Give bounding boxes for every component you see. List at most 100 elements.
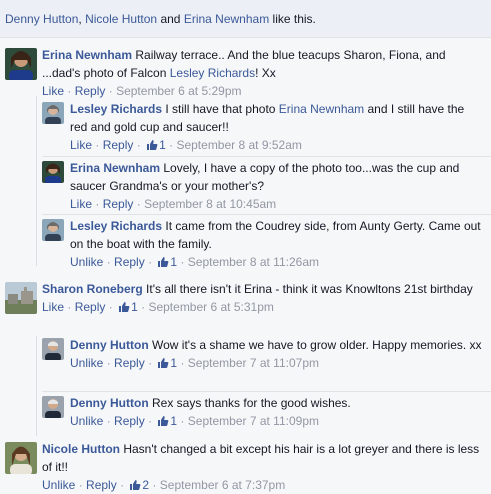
comment-author[interactable]: Nicole Hutton — [42, 442, 120, 456]
thumbs-up-icon — [147, 140, 158, 150]
like-count[interactable]: 1 — [155, 255, 177, 269]
liker-link[interactable]: Nicole Hutton — [85, 12, 157, 26]
avatar[interactable] — [42, 219, 64, 241]
avatar[interactable] — [42, 161, 64, 183]
reply-button[interactable]: Reply — [86, 478, 117, 492]
liker-link[interactable]: Erina Newnham — [184, 12, 269, 26]
like-button[interactable]: Like — [70, 138, 92, 152]
comment-text: Lesley Richards It came from the Coudrey… — [70, 217, 483, 253]
comment-author[interactable]: Denny Hutton — [70, 338, 149, 352]
unlike-button[interactable]: Unlike — [70, 255, 103, 269]
comment-actions: Like · Reply · September 8 at 10:45am — [70, 195, 483, 213]
like-count[interactable]: 1 — [144, 138, 166, 152]
mention-link[interactable]: Erina Newnham — [279, 102, 364, 116]
reply-divider — [42, 214, 491, 215]
avatar[interactable] — [5, 48, 37, 80]
reply-button[interactable]: Reply — [103, 138, 134, 152]
comment-text: Lesley Richards I still have that photo … — [70, 100, 483, 136]
comment-text-part: ! Xx — [255, 66, 276, 80]
reply-button[interactable]: Reply — [75, 84, 106, 98]
separator-dot: · — [106, 255, 111, 269]
reply-button[interactable]: Reply — [114, 414, 145, 428]
comment-text: Erina Newnham Lovely, I have a copy of t… — [70, 159, 483, 195]
comment-author[interactable]: Erina Newnham — [42, 48, 132, 62]
comment-actions: Like · Reply · 1 · September 8 at 9:52am — [70, 136, 483, 154]
avatar-image — [42, 219, 64, 241]
comment-author[interactable]: Lesley Richards — [70, 102, 162, 116]
separator-dot: · — [180, 414, 185, 428]
avatar-image — [42, 102, 64, 124]
avatar-image — [5, 282, 37, 314]
avatar-image — [5, 442, 37, 474]
thumbs-up-icon — [158, 416, 169, 426]
reply-button[interactable]: Reply — [103, 197, 134, 211]
comment-timestamp[interactable]: September 8 at 11:26am — [188, 255, 319, 269]
reply-button[interactable]: Reply — [75, 300, 106, 314]
comment-timestamp[interactable]: September 7 at 11:07pm — [188, 356, 319, 370]
like-button[interactable]: Like — [42, 84, 64, 98]
thumbs-up-icon — [119, 302, 130, 312]
separator-dot: · — [148, 255, 153, 269]
mention-link[interactable]: Lesley Richards — [170, 66, 255, 80]
comment-timestamp[interactable]: September 6 at 5:29pm — [116, 84, 241, 98]
separator-dot: · — [78, 478, 83, 492]
avatar[interactable] — [42, 102, 64, 124]
reply-comment: Lesley Richards It came from the Coudrey… — [42, 217, 491, 271]
like-count-value: 1 — [170, 356, 178, 370]
comment-actions: Unlike · Reply · 1 · September 7 at 11:0… — [70, 412, 483, 430]
avatar-image — [42, 338, 64, 360]
avatar-image — [42, 396, 64, 418]
likes-summary: Denny Hutton, Nicole Hutton and Erina Ne… — [0, 0, 491, 38]
comment-actions: Like · Reply · 1 · September 6 at 5:31pm — [42, 298, 483, 316]
like-count[interactable]: 2 — [127, 478, 149, 492]
comment-author[interactable]: Sharon Roneberg — [42, 282, 143, 296]
separator-dot: · — [106, 356, 111, 370]
separator-dot: · — [67, 84, 72, 98]
separator-dot: · — [95, 138, 100, 152]
like-count[interactable]: 1 — [155, 356, 177, 370]
separator-dot: · — [152, 478, 157, 492]
like-button[interactable]: Like — [42, 300, 64, 314]
comment-author[interactable]: Erina Newnham — [70, 161, 160, 175]
avatar-image — [5, 48, 37, 80]
separator-dot: · — [141, 300, 146, 314]
unlike-button[interactable]: Unlike — [70, 414, 103, 428]
like-count-value: 1 — [159, 138, 166, 152]
separator-dot: · — [136, 138, 141, 152]
unlike-button[interactable]: Unlike — [70, 356, 103, 370]
separator-dot: · — [108, 300, 113, 314]
like-count[interactable]: 1 — [116, 300, 138, 314]
comment: Sharon Roneberg It's all there isn't it … — [5, 280, 491, 334]
comment-timestamp[interactable]: September 6 at 5:31pm — [148, 300, 273, 314]
like-button[interactable]: Like — [70, 197, 92, 211]
reply-comment: Lesley Richards I still have that photo … — [42, 100, 491, 154]
comment-timestamp[interactable]: September 6 at 7:37pm — [160, 478, 285, 492]
like-count[interactable]: 1 — [155, 414, 177, 428]
comment-timestamp[interactable]: September 8 at 10:45am — [144, 197, 276, 211]
comment-text: Nicole Hutton Hasn't changed a bit excep… — [42, 440, 483, 476]
comment-actions: Unlike · Reply · 1 · September 8 at 11:2… — [70, 253, 483, 271]
avatar[interactable] — [5, 442, 37, 474]
reply-button[interactable]: Reply — [114, 255, 145, 269]
thumbs-up-icon — [130, 480, 141, 490]
avatar[interactable] — [42, 338, 64, 360]
reply-thread-line — [36, 336, 37, 436]
separator-dot: · — [180, 356, 185, 370]
avatar[interactable] — [42, 396, 64, 418]
separator-dot: · — [108, 84, 113, 98]
likes-separator: and — [157, 12, 184, 26]
avatar[interactable] — [5, 282, 37, 314]
separator-dot: · — [148, 356, 153, 370]
comment-timestamp[interactable]: September 8 at 9:52am — [176, 138, 301, 152]
comment-author[interactable]: Denny Hutton — [70, 396, 149, 410]
separator-dot: · — [180, 255, 185, 269]
reply-button[interactable]: Reply — [114, 356, 145, 370]
like-count-value: 1 — [131, 300, 138, 314]
comment-list: Erina Newnham Railway terrace.. And the … — [0, 38, 491, 494]
reply-divider — [42, 391, 491, 392]
liker-link[interactable]: Denny Hutton — [5, 12, 78, 26]
comment-author[interactable]: Lesley Richards — [70, 219, 162, 233]
comment-timestamp[interactable]: September 7 at 11:09pm — [188, 414, 319, 428]
unlike-button[interactable]: Unlike — [42, 478, 75, 492]
comment-text-part: Wow it's a shame we have to grow older. … — [152, 338, 482, 352]
